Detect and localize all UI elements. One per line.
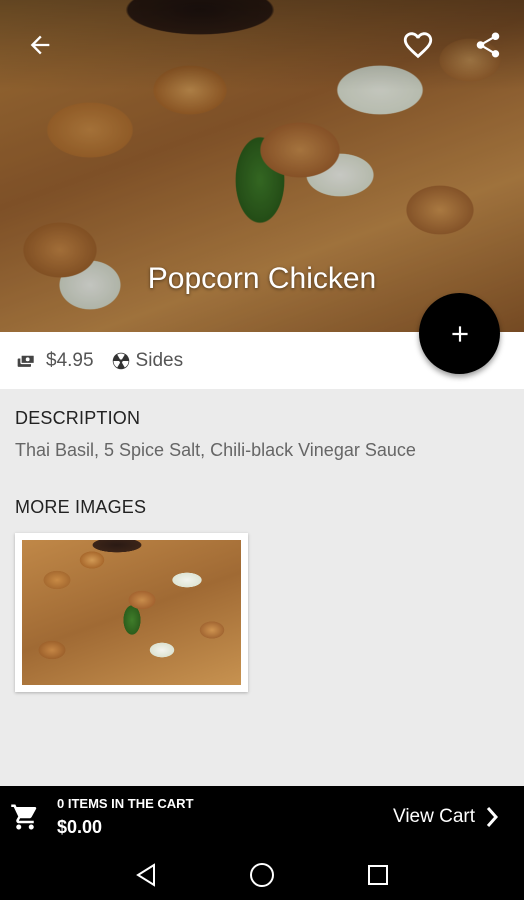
nav-back-icon [136,863,155,887]
category-icon [112,352,129,369]
item-category: Sides [135,349,184,371]
view-cart-button[interactable]: View Cart [393,806,499,828]
heart-outline-icon [403,32,433,59]
nav-home-icon [250,863,274,887]
hero-top-shade [0,0,524,90]
item-title: Popcorn Chicken [147,262,377,295]
share-button[interactable] [468,25,508,65]
description-text: Thai Basil, 5 Spice Salt, Chili-black Vi… [15,440,416,460]
cart-icon [11,804,37,830]
plus-icon [451,325,468,342]
add-to-cart-button[interactable] [419,293,500,374]
cart-item-count: 0 ITEMS IN THE CART [57,796,194,811]
share-icon [476,32,500,58]
back-button[interactable] [20,25,60,65]
cart-total: $0.00 [57,817,103,837]
arrow-back-icon [30,35,50,55]
chevron-right-icon [486,807,499,827]
more-image-thumbnail[interactable] [15,533,248,692]
thumbnail-photo [22,540,241,685]
nav-recent-button[interactable] [363,860,393,890]
description-heading: DESCRIPTION [15,408,141,428]
view-cart-label: View Cart [393,806,476,827]
favorite-button[interactable] [398,25,438,65]
money-icon [17,354,35,367]
item-price: $4.95 [46,349,94,371]
nav-home-button[interactable] [247,860,277,890]
nav-recent-icon [368,865,388,885]
cart-bar: 0 ITEMS IN THE CART $0.00 View Cart [0,786,524,848]
more-images-heading: MORE IMAGES [15,497,147,517]
nav-back-button[interactable] [131,860,161,890]
system-nav-bar [0,848,524,900]
